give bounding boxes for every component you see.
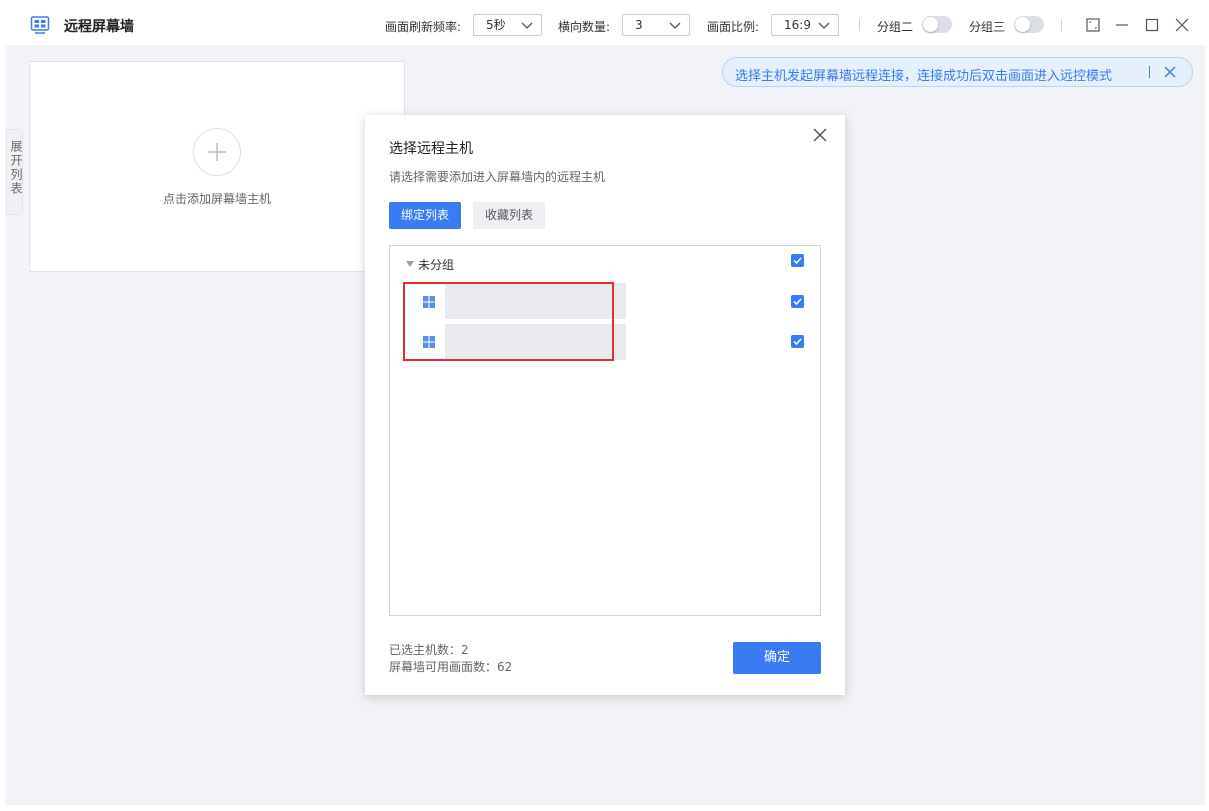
chevron-down-icon xyxy=(818,22,830,29)
ratio-label: 画面比例: xyxy=(707,20,760,34)
app-title: 远程屏幕墙 xyxy=(64,19,134,35)
host-list: 未分组 xyxy=(389,245,821,616)
expand-list-tab[interactable]: 展开列表 xyxy=(5,129,23,215)
ratio-select[interactable]: 16:9 xyxy=(771,14,839,36)
group-checkbox[interactable] xyxy=(791,254,804,267)
columns-label: 横向数量: xyxy=(558,20,611,34)
add-host-button[interactable] xyxy=(193,128,241,176)
notice-banner: 选择主机发起屏幕墙远程连接，连接成功后双击画面进入远控模式 xyxy=(722,57,1193,87)
group3-toggle[interactable] xyxy=(1014,16,1044,33)
refresh-rate-value: 5秒 xyxy=(486,18,506,32)
dialog-subtitle: 请选择需要添加进入屏幕墙内的远程主机 xyxy=(389,170,606,184)
windows-icon xyxy=(423,336,435,348)
host-name[interactable] xyxy=(445,324,626,360)
tab-favorites-list[interactable]: 收藏列表 xyxy=(473,202,545,229)
tab-bound-list[interactable]: 绑定列表 xyxy=(389,202,461,229)
group-row[interactable]: 未分组 xyxy=(406,256,454,273)
add-host-card[interactable]: 点击添加屏幕墙主机 xyxy=(29,61,405,272)
notice-text: 选择主机发起屏幕墙远程连接，连接成功后双击画面进入远控模式 xyxy=(735,69,1113,84)
fullscreen-icon[interactable] xyxy=(1085,17,1101,33)
toggle-knob xyxy=(923,17,938,32)
caret-down-icon[interactable] xyxy=(406,261,414,267)
check-icon xyxy=(793,298,802,306)
group2-label: 分组二 xyxy=(877,20,914,34)
columns-value: 3 xyxy=(635,18,643,32)
select-host-dialog: 选择远程主机 请选择需要添加进入屏幕墙内的远程主机 绑定列表 收藏列表 未分组 xyxy=(365,115,845,695)
divider xyxy=(1061,19,1062,31)
host-checkbox[interactable] xyxy=(791,335,804,348)
close-window-icon[interactable] xyxy=(1174,17,1190,33)
app-window: 远程屏幕墙 画面刷新频率: 5秒 横向数量: 3 画面比例: 16:9 分组二 … xyxy=(5,5,1205,805)
close-icon[interactable] xyxy=(813,128,827,142)
selected-count: 已选主机数：2 xyxy=(389,643,469,657)
toggle-knob xyxy=(1015,17,1030,32)
group2-toggle[interactable] xyxy=(922,16,952,33)
chevron-down-icon xyxy=(669,22,681,29)
minimize-icon[interactable] xyxy=(1114,17,1130,33)
windows-icon xyxy=(423,296,435,308)
refresh-rate-select[interactable]: 5秒 xyxy=(473,14,542,36)
confirm-button[interactable]: 确定 xyxy=(733,642,821,674)
dialog-title: 选择远程主机 xyxy=(389,141,473,157)
screen-wall-icon xyxy=(30,16,50,34)
host-checkbox[interactable] xyxy=(791,295,804,308)
close-icon[interactable] xyxy=(1163,65,1177,79)
title-bar: 远程屏幕墙 画面刷新频率: 5秒 横向数量: 3 画面比例: 16:9 分组二 … xyxy=(5,5,1205,45)
add-host-text: 点击添加屏幕墙主机 xyxy=(162,192,271,206)
expand-list-label: 展开列表 xyxy=(9,140,23,196)
group3-label: 分组三 xyxy=(969,20,1006,34)
chevron-down-icon xyxy=(521,22,533,29)
check-icon xyxy=(793,257,802,265)
footer-info: 已选主机数：2 屏幕墙可用画面数：62 xyxy=(389,642,512,676)
available-count: 屏幕墙可用画面数：62 xyxy=(389,660,513,674)
plus-icon xyxy=(208,143,226,161)
refresh-rate-label: 画面刷新频率: xyxy=(385,20,462,34)
check-icon xyxy=(793,338,802,346)
notice-divider xyxy=(1149,66,1150,78)
group-label: 未分组 xyxy=(418,258,455,272)
host-name[interactable] xyxy=(445,283,626,319)
maximize-icon[interactable] xyxy=(1144,17,1160,33)
ratio-value: 16:9 xyxy=(784,18,811,32)
divider xyxy=(859,19,860,31)
columns-select[interactable]: 3 xyxy=(622,14,690,36)
